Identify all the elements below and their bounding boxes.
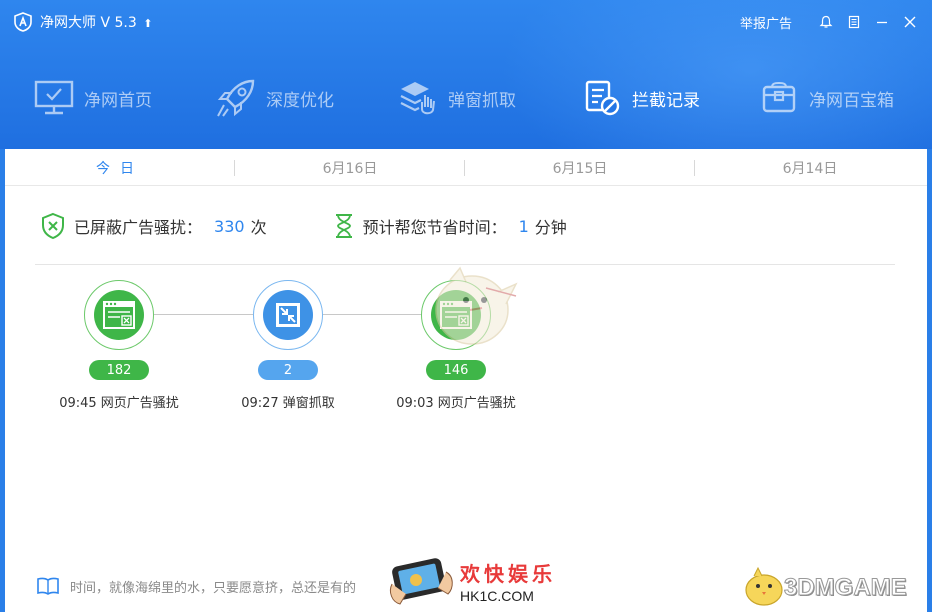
nav-label-popup-capture: 弹窗抓取 xyxy=(448,90,516,111)
title-bar: 净网大师 V 5.3 ⬆ 举报广告 xyxy=(0,0,932,44)
date-tab-0616[interactable]: 6月16日 xyxy=(235,149,465,186)
rocket-icon xyxy=(214,76,258,120)
nav-label-optimize: 深度优化 xyxy=(266,90,334,111)
nav-label-home: 净网首页 xyxy=(84,90,152,111)
timeline-connector xyxy=(322,314,422,315)
book-icon xyxy=(37,577,59,595)
watermark-bird-icon xyxy=(745,566,783,606)
nav-item-toolbox[interactable]: 净网百宝箱 xyxy=(757,70,894,126)
hourglass-icon xyxy=(335,214,352,238)
timeline-count-badge: 2 xyxy=(258,360,318,380)
blocked-ads-label: 已屏蔽广告骚扰： xyxy=(74,218,203,237)
watermark-3dmgame: 3DMGAME xyxy=(740,564,930,610)
app-title: 净网大师 V 5.3 ⬆ xyxy=(40,12,152,32)
popup-capture-icon xyxy=(396,76,440,120)
nav-label-block-record: 拦截记录 xyxy=(632,90,700,111)
watermark-hk1c-url: HK1C.COM xyxy=(460,588,534,604)
timeline-node-web-ad[interactable] xyxy=(84,280,154,350)
nav-item-optimize[interactable]: 深度优化 xyxy=(214,70,334,126)
app-title-text: 净网大师 V 5.3 xyxy=(40,15,137,31)
minimize-icon[interactable] xyxy=(870,10,894,34)
watermark-mascot-icon xyxy=(435,266,518,345)
update-arrow-icon[interactable]: ⬆ xyxy=(143,17,152,30)
app-logo-icon xyxy=(14,12,32,32)
timeline-caption: 09:27 弹窗抓取 xyxy=(241,396,335,411)
main-nav: 净网首页 深度优化 弹窗抓取 拦截记录 净网百宝箱 xyxy=(0,70,932,126)
date-tab-0614[interactable]: 6月14日 xyxy=(695,149,925,186)
feedback-note-icon[interactable] xyxy=(842,10,866,34)
watermark-3dmgame-text: 3DMGAME xyxy=(784,574,908,602)
blocked-ads-value: 330 xyxy=(214,216,245,236)
footer-quote: 时间，就像海绵里的水，只要愿意挤，总还是有的 xyxy=(36,573,356,599)
notification-bell-icon[interactable] xyxy=(814,10,838,34)
timeline-node-inner xyxy=(94,290,144,340)
timeline-node-inner xyxy=(263,290,313,340)
date-tab-today[interactable]: 今日 xyxy=(5,149,235,186)
timeline-node-popup[interactable] xyxy=(253,280,323,350)
watermark-hk1c: 欢快娱乐 HK1C.COM xyxy=(388,554,558,610)
blocked-ads-stat: 已屏蔽广告骚扰： 330 次 xyxy=(40,212,267,240)
web-ad-window-icon xyxy=(103,301,135,329)
header: 净网大师 V 5.3 ⬆ 举报广告 净网首页 深度优化 弹窗抓取 拦截记录 净网… xyxy=(0,0,932,149)
toolbox-icon xyxy=(757,76,801,120)
timeline-caption: 09:03 网页广告骚扰 xyxy=(396,396,516,411)
watermark-hk1c-title: 欢快娱乐 xyxy=(460,562,556,586)
nav-item-popup-capture[interactable]: 弹窗抓取 xyxy=(396,70,516,126)
popup-shrink-icon xyxy=(276,303,300,327)
title-actions: 举报广告 xyxy=(740,10,922,34)
date-tab-0615[interactable]: 6月15日 xyxy=(465,149,695,186)
monitor-icon xyxy=(32,76,76,120)
block-record-icon xyxy=(580,76,624,120)
time-saved-stat: 预计帮您节省时间： 1 分钟 xyxy=(333,212,567,240)
timeline-connector xyxy=(154,314,254,315)
nav-item-home[interactable]: 净网首页 xyxy=(32,70,152,126)
time-saved-unit: 分钟 xyxy=(534,218,567,237)
time-saved-value: 1 xyxy=(518,216,529,236)
time-saved-label: 预计帮您节省时间： xyxy=(362,218,507,237)
nav-label-toolbox: 净网百宝箱 xyxy=(809,90,894,111)
shield-block-icon xyxy=(42,212,64,240)
date-tabs: 今日 6月16日 6月15日 6月14日 xyxy=(5,149,927,186)
blocked-ads-unit: 次 xyxy=(250,218,267,237)
close-icon[interactable] xyxy=(898,10,922,34)
footer-quote-text: 时间，就像海绵里的水，只要愿意挤，总还是有的 xyxy=(70,580,357,596)
timeline-count-badge: 146 xyxy=(426,360,486,380)
game-phone-icon xyxy=(389,558,453,605)
block-stats: 已屏蔽广告骚扰： 330 次 预计帮您节省时间： 1 分钟 xyxy=(40,208,633,244)
nav-item-block-record[interactable]: 拦截记录 xyxy=(580,70,700,126)
timeline-caption: 09:45 网页广告骚扰 xyxy=(59,396,179,411)
report-ad-link[interactable]: 举报广告 xyxy=(740,13,792,32)
timeline-count-badge: 182 xyxy=(89,360,149,380)
